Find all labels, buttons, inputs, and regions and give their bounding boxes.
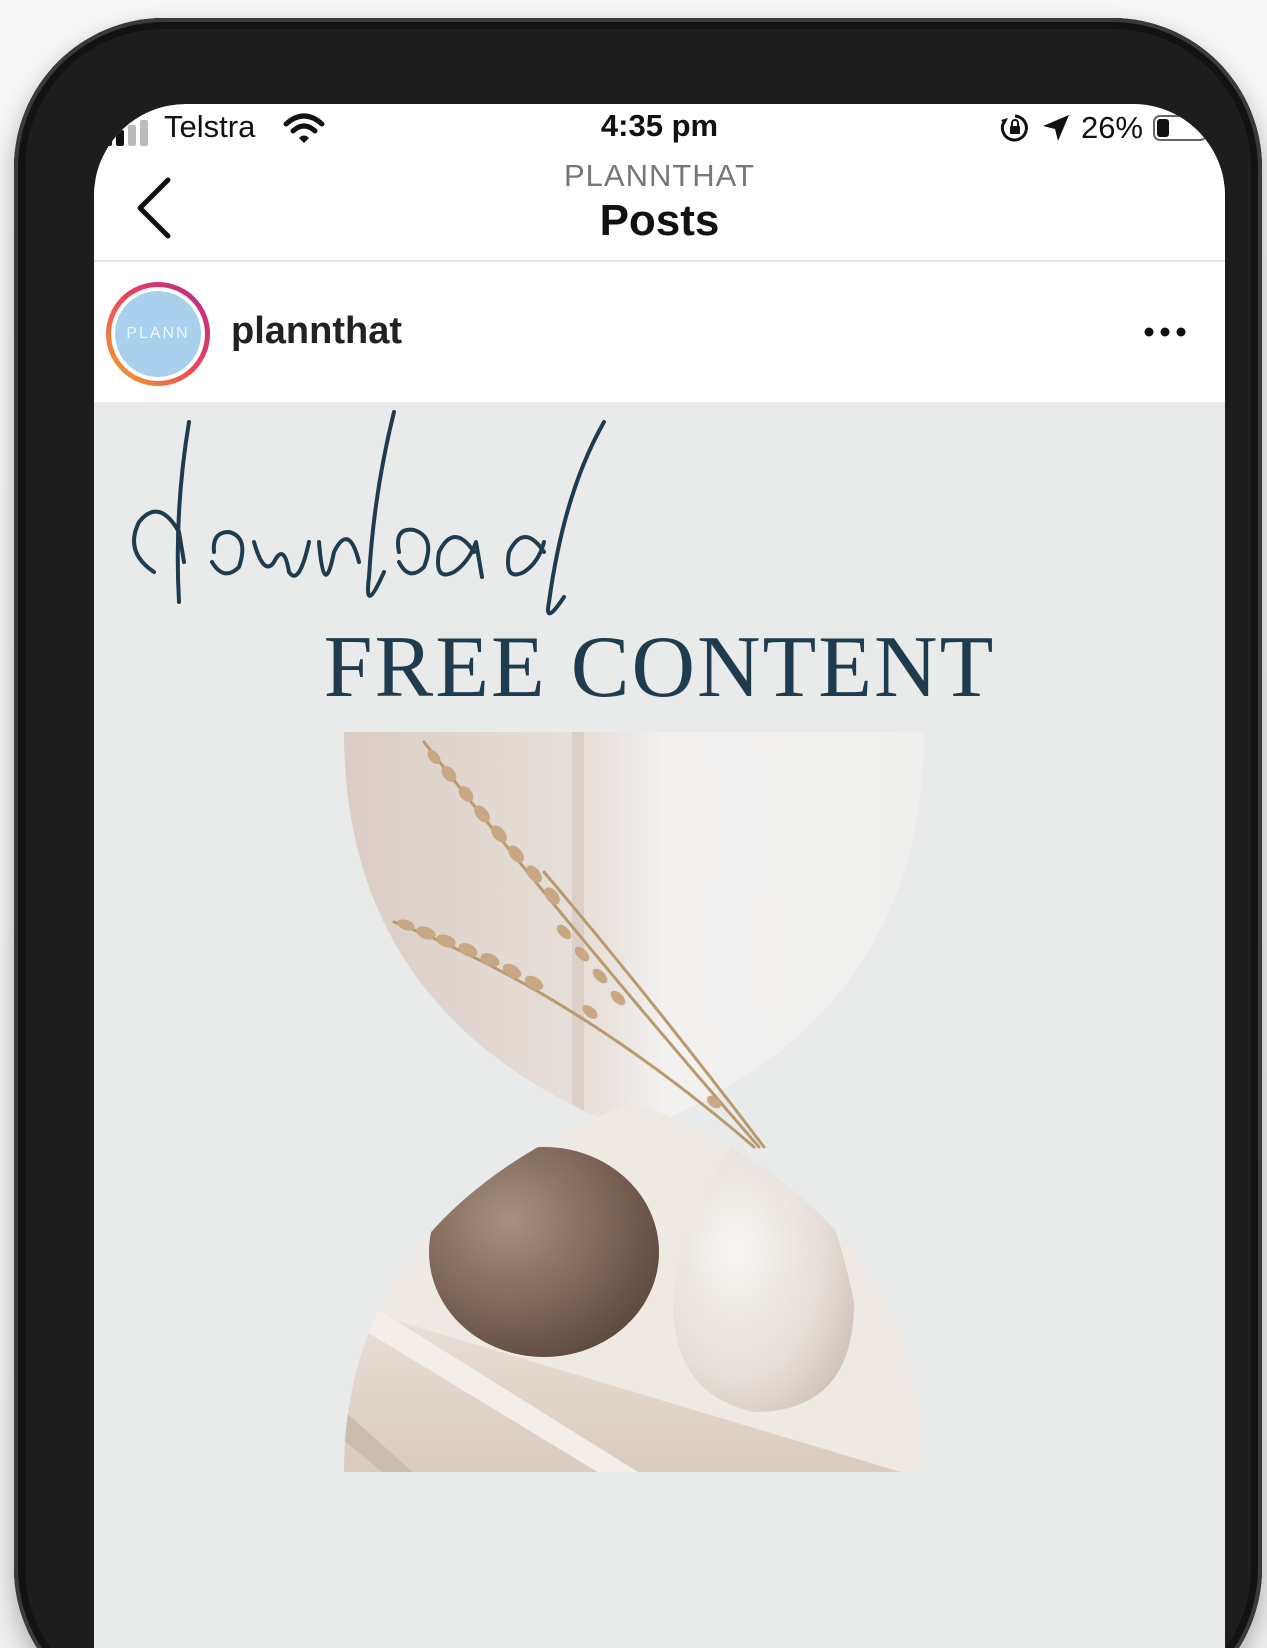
battery-icon bbox=[1153, 115, 1211, 141]
status-right-group: 26% bbox=[999, 108, 1211, 148]
status-bar: Telstra 4:35 pm 26% bbox=[94, 104, 1225, 156]
location-arrow-icon bbox=[1042, 115, 1069, 141]
post-header: PLANN plannthat bbox=[94, 262, 1225, 402]
nav-header: PLANNTHAT Posts bbox=[94, 156, 1225, 262]
battery-level-fill bbox=[1157, 119, 1169, 137]
battery-cap bbox=[1207, 124, 1211, 134]
post-username[interactable]: plannthat bbox=[231, 310, 402, 353]
orientation-lock-icon bbox=[1000, 114, 1028, 142]
avatar-border: PLANN bbox=[111, 287, 205, 381]
page-title: Posts bbox=[599, 196, 720, 245]
ellipsis-icon bbox=[1144, 327, 1186, 337]
more-options-button[interactable] bbox=[1135, 317, 1195, 347]
download-script-lettering bbox=[132, 410, 606, 616]
battery-percent: 26% bbox=[1080, 110, 1143, 145]
header-subtitle: PLANNTHAT bbox=[563, 158, 755, 193]
avatar[interactable]: PLANN bbox=[106, 282, 210, 386]
post-image[interactable]: FREE CONTENT bbox=[94, 402, 1225, 1648]
phone-frame: Telstra 4:35 pm 26% PLANNTHAT Posts PLAN… bbox=[14, 18, 1262, 1648]
phone-screen: Telstra 4:35 pm 26% PLANNTHAT Posts PLAN… bbox=[94, 104, 1225, 1648]
screenshot-stage: Telstra 4:35 pm 26% PLANNTHAT Posts PLAN… bbox=[0, 0, 1267, 1648]
avatar-logo: PLANN bbox=[115, 291, 201, 377]
image-headline: FREE CONTENT bbox=[323, 619, 996, 716]
